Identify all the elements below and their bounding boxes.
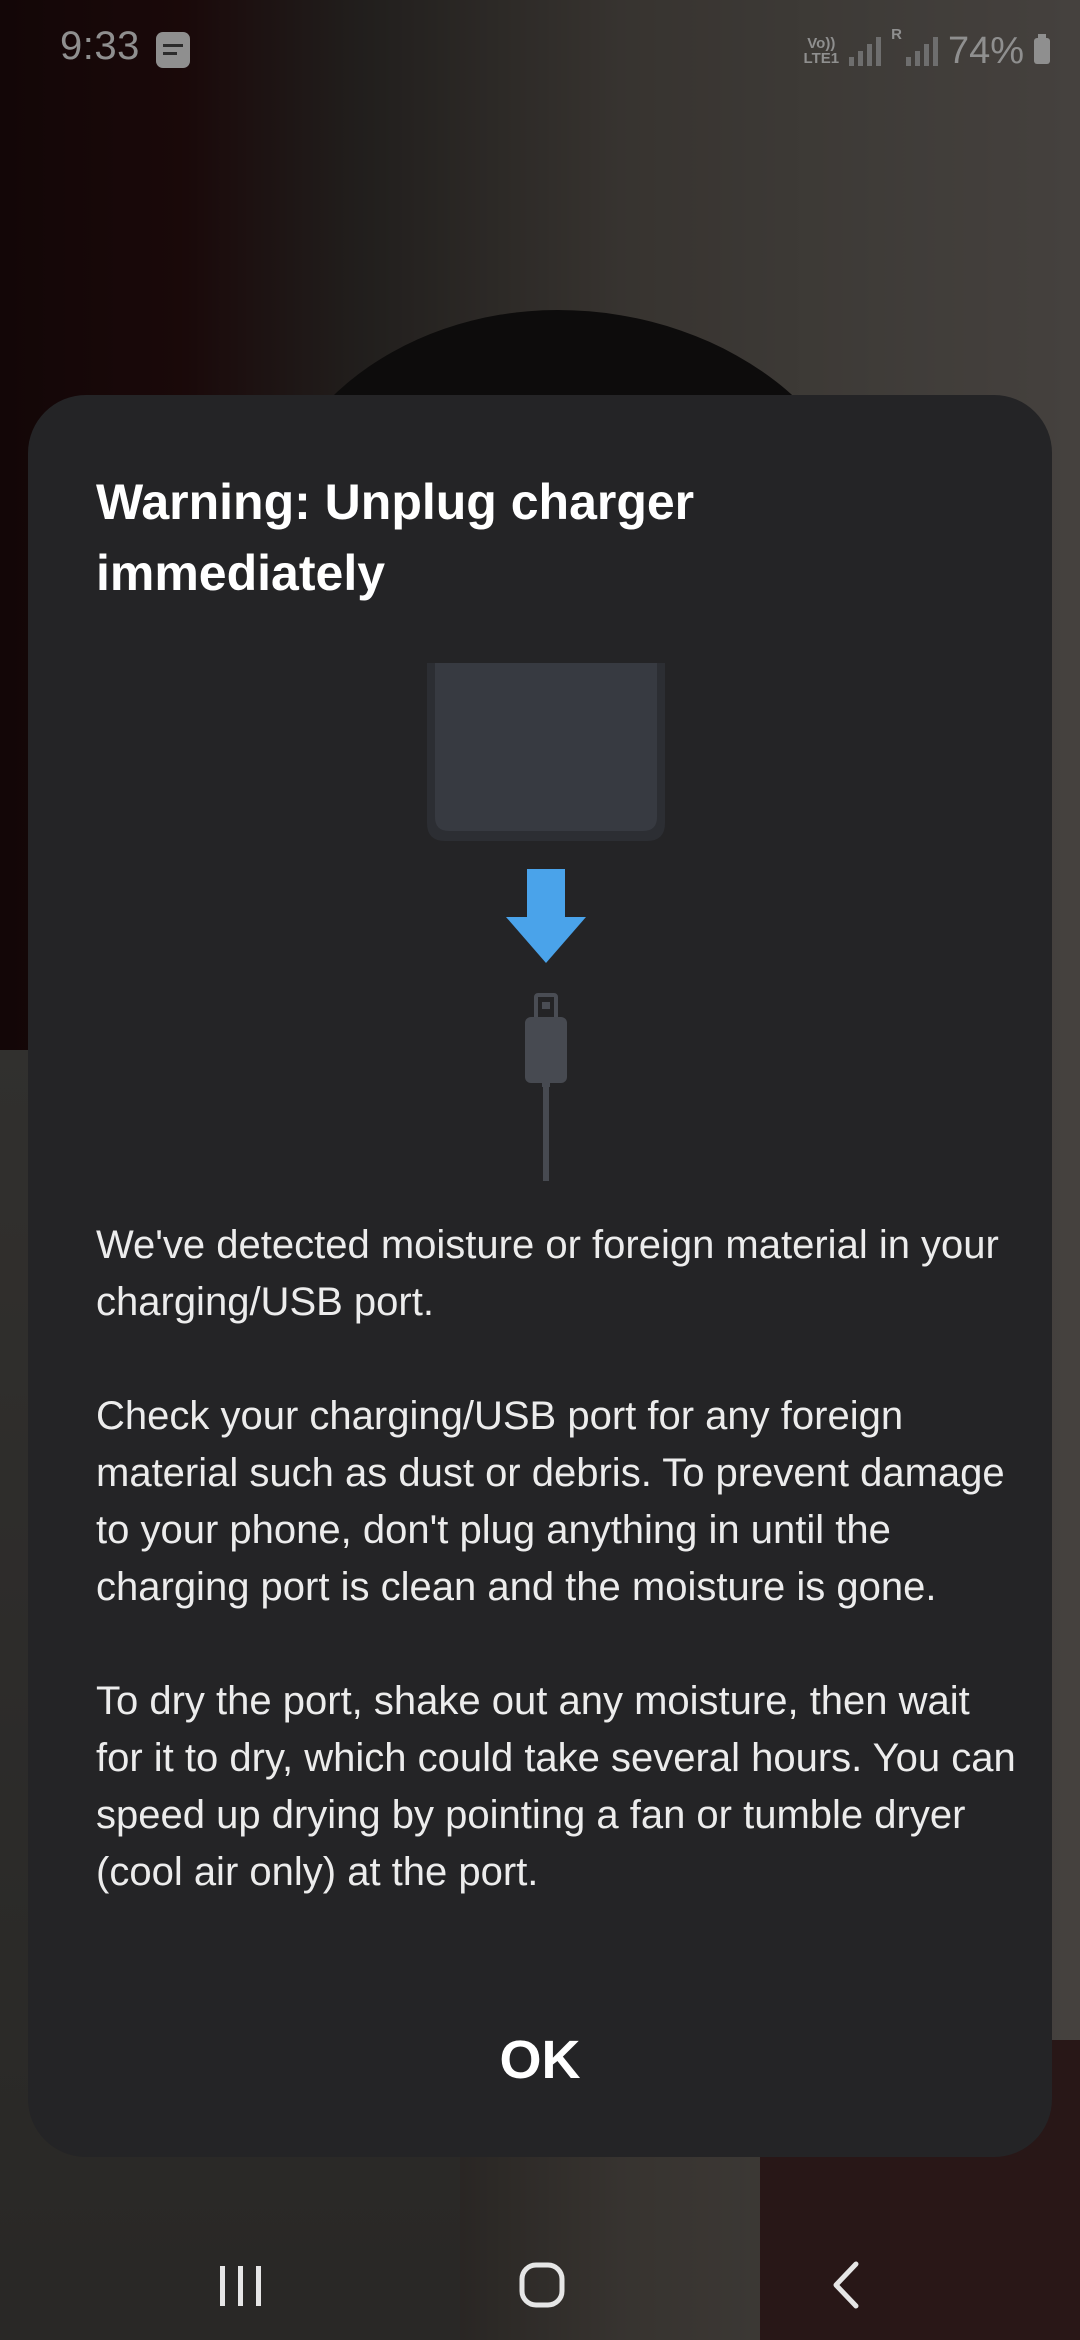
warning-dialog: Warning: Unplug charger immediately We'v… bbox=[28, 395, 1052, 2157]
dialog-paragraph: We've detected moisture or foreign mater… bbox=[96, 1223, 999, 1324]
dialog-paragraph: Check your charging/USB port for any for… bbox=[96, 1394, 1005, 1609]
recents-button[interactable] bbox=[200, 2250, 280, 2320]
back-icon bbox=[833, 2261, 859, 2309]
status-time: 9:33 bbox=[60, 24, 140, 68]
dialog-paragraph: To dry the port, shake out any moisture,… bbox=[96, 1679, 1016, 1894]
phone-icon bbox=[427, 663, 665, 841]
home-icon bbox=[519, 2262, 565, 2308]
unplug-charger-illustration bbox=[427, 663, 665, 1181]
arrow-down-icon bbox=[506, 869, 586, 963]
signal-icon bbox=[849, 36, 882, 66]
dialog-title: Warning: Unplug charger immediately bbox=[96, 474, 695, 601]
back-button[interactable] bbox=[806, 2250, 886, 2320]
status-bar: 9:33 Vo)) LTE1 R 74% bbox=[0, 0, 1080, 100]
status-icons: Vo)) LTE1 R 74% bbox=[804, 26, 1050, 76]
navigation-bar bbox=[0, 2220, 1080, 2340]
volte-icon: Vo)) LTE1 bbox=[803, 35, 840, 67]
signal-r-icon: R bbox=[891, 26, 902, 43]
dialog-message: We've detected moisture or foreign mater… bbox=[96, 1217, 1016, 1958]
signal-icon bbox=[905, 36, 938, 66]
home-button[interactable] bbox=[502, 2250, 582, 2320]
battery-percent: 74% bbox=[947, 29, 1024, 72]
recents-icon bbox=[220, 2266, 261, 2306]
notification-icon bbox=[156, 32, 190, 68]
battery-icon bbox=[1034, 34, 1050, 64]
usb-plug-icon bbox=[525, 993, 567, 1181]
ok-button[interactable]: OK bbox=[440, 2015, 640, 2105]
